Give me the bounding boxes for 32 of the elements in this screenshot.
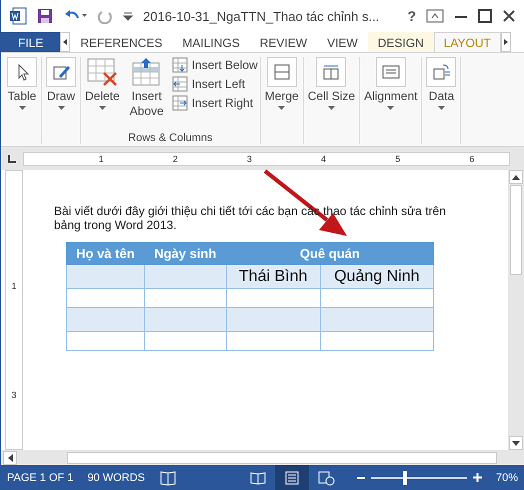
ruler-number: 5 bbox=[395, 154, 400, 164]
insert-above-button[interactable]: Insert Above bbox=[124, 57, 169, 132]
ribbon-tab[interactable]: FILE bbox=[1, 32, 60, 52]
ribbon-tab[interactable]: DESIGN bbox=[368, 32, 434, 52]
size-button[interactable]: Cell Size bbox=[306, 57, 358, 144]
merge-button[interactable]: Merge bbox=[262, 57, 301, 144]
insert-below-button[interactable]: Insert Below bbox=[172, 57, 258, 73]
ruler-number: 2 bbox=[172, 154, 178, 164]
delete-button[interactable]: Delete bbox=[83, 57, 122, 132]
ruler-number: 6 bbox=[469, 154, 474, 164]
insert-right-button[interactable]: Insert Right bbox=[172, 95, 258, 111]
ruler-number: 1 bbox=[98, 154, 104, 164]
align-button[interactable]: Alignment bbox=[362, 57, 420, 144]
ruler-number: 3 bbox=[11, 390, 16, 400]
zoom-level[interactable]: 70% bbox=[496, 472, 518, 484]
table-header-cell: Ngày sinh bbox=[144, 242, 226, 264]
table-header-cell: Quê quán bbox=[226, 242, 434, 264]
table-cell: Thái Bình bbox=[226, 264, 320, 288]
data-button[interactable]: Data bbox=[424, 57, 458, 144]
ruler-number: 1 bbox=[11, 280, 16, 290]
insert-left-button[interactable]: Insert Left bbox=[172, 76, 258, 92]
window-title: 2016-10-31_NgaTTN_Thao tác chỉnh s... bbox=[143, 8, 380, 24]
help-button[interactable]: ? bbox=[407, 8, 416, 24]
ruler-number: 4 bbox=[321, 154, 326, 164]
table-cell: Quảng Ninh bbox=[320, 264, 434, 288]
table-button[interactable]: Table bbox=[5, 57, 39, 144]
page-count[interactable]: PAGE 1 OF 1 bbox=[7, 472, 74, 484]
group-label: Rows & Columns bbox=[127, 132, 214, 144]
draw-button[interactable]: Draw bbox=[44, 57, 78, 144]
word-count[interactable]: 90 WORDS bbox=[87, 472, 145, 484]
table-header-cell: Họ và tên bbox=[66, 242, 144, 264]
ruler-number: 3 bbox=[246, 154, 252, 164]
